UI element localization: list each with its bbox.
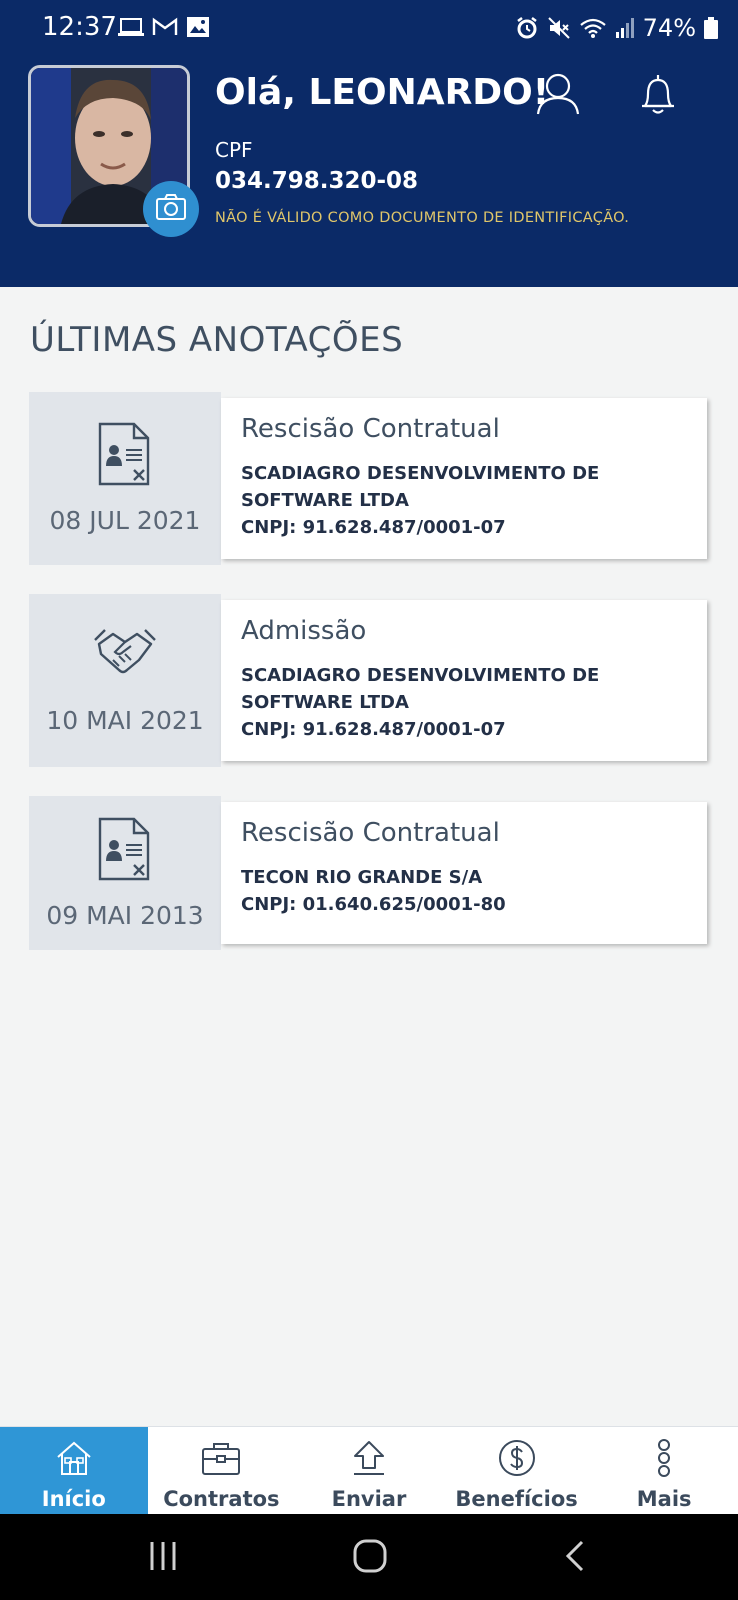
cpf-value: 034.798.320-08 (215, 168, 419, 194)
battery-icon (704, 17, 718, 39)
document-cancel-icon (98, 817, 152, 885)
nav-label: Mais (636, 1487, 692, 1511)
cpf-label: CPF (215, 138, 253, 162)
nav-label: Enviar (331, 1487, 407, 1511)
mute-icon (547, 16, 571, 40)
annotation-date-panel: 08 JUL 2021 (29, 392, 221, 565)
app-header: 12:37 74% Olá, LEONARDO! CPF 034.798.320… (0, 0, 738, 287)
home-button-icon[interactable] (352, 1538, 388, 1578)
recent-apps-icon[interactable] (148, 1538, 178, 1578)
laptop-icon (118, 16, 144, 38)
annotation-date: 10 MAI 2021 (46, 706, 204, 735)
signal-icon (615, 17, 635, 39)
annotation-company: TECON RIO GRANDE S/A (241, 867, 483, 888)
annotation-card[interactable]: 09 MAI 2013 Rescisão Contratual TECON RI… (29, 796, 707, 950)
annotation-date: 09 MAI 2013 (46, 900, 204, 930)
briefcase-icon (201, 1439, 241, 1481)
annotation-date-panel: 09 MAI 2013 (29, 796, 221, 950)
annotation-type: Rescisão Contratual (241, 414, 500, 444)
annotation-card[interactable]: 10 MAI 2021 Admissão SCADIAGRO DESENVOLV… (29, 594, 707, 767)
home-icon (55, 1439, 93, 1481)
annotation-cnpj: CNPJ: 91.628.487/0001-07 (241, 517, 506, 538)
annotation-details: Rescisão Contratual SCADIAGRO DESENVOLVI… (221, 398, 707, 559)
annotation-details: Admissão SCADIAGRO DESENVOLVIMENTO DE SO… (221, 600, 707, 761)
annotation-company: SCADIAGRO DESENVOLVIMENTO DE SOFTWARE LT… (241, 665, 600, 713)
nav-label: Início (41, 1487, 106, 1511)
nav-beneficios[interactable]: Benefícios (443, 1427, 591, 1515)
greeting-title: Olá, LEONARDO! (215, 72, 550, 113)
bell-icon (638, 75, 678, 120)
annotation-card[interactable]: 08 JUL 2021 Rescisão Contratual SCADIAGR… (29, 392, 707, 565)
battery-percent: 74% (642, 14, 696, 42)
gmail-icon (152, 16, 178, 38)
nav-enviar[interactable]: Enviar (295, 1427, 443, 1515)
annotation-date: 08 JUL 2021 (49, 506, 201, 535)
bottom-nav: Início Contratos Enviar Benefícios Mais (0, 1426, 738, 1515)
wifi-icon (579, 17, 607, 39)
camera-icon (155, 193, 187, 225)
nav-contratos[interactable]: Contratos (148, 1427, 296, 1515)
image-icon (186, 16, 210, 38)
notifications-button[interactable] (638, 72, 678, 120)
annotation-type: Admissão (241, 616, 367, 646)
system-navigation-bar (0, 1514, 738, 1600)
more-vertical-icon (654, 1439, 674, 1481)
upload-icon (350, 1439, 388, 1481)
back-icon[interactable] (562, 1538, 588, 1578)
change-photo-button[interactable] (143, 181, 199, 237)
section-title: ÚLTIMAS ANOTAÇÕES (30, 320, 404, 360)
annotation-details: Rescisão Contratual TECON RIO GRANDE S/A… (221, 802, 707, 944)
annotation-cnpj: CNPJ: 01.640.625/0001-80 (241, 894, 506, 915)
annotation-company: SCADIAGRO DESENVOLVIMENTO DE SOFTWARE LT… (241, 463, 600, 511)
nav-label: Benefícios (455, 1487, 578, 1511)
profile-button[interactable] (536, 72, 580, 120)
annotation-type: Rescisão Contratual (241, 818, 500, 848)
handshake-icon (93, 626, 157, 690)
cpf-warning: NÃO É VÁLIDO COMO DOCUMENTO DE IDENTIFIC… (215, 210, 630, 226)
annotation-date-panel: 10 MAI 2021 (29, 594, 221, 767)
nav-inicio[interactable]: Início (0, 1427, 148, 1515)
document-cancel-icon (98, 422, 152, 490)
alarm-icon (515, 16, 539, 40)
status-time: 12:37 (42, 12, 117, 42)
annotation-cnpj: CNPJ: 91.628.487/0001-07 (241, 719, 506, 740)
status-bar: 12:37 74% (0, 0, 738, 58)
nav-mais[interactable]: Mais (590, 1427, 738, 1515)
nav-label: Contratos (163, 1487, 280, 1511)
user-icon (536, 73, 580, 120)
dollar-icon (498, 1439, 536, 1481)
